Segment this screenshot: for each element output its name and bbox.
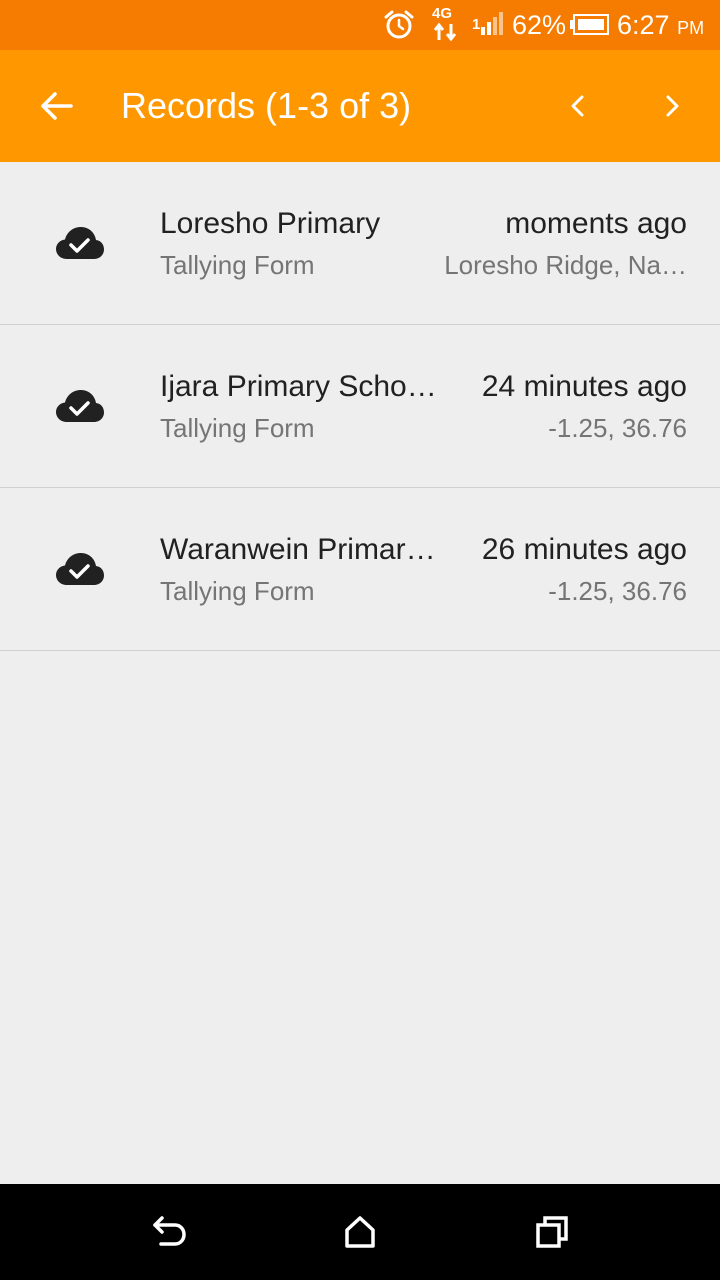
clock-time: 6:27 — [617, 10, 670, 40]
record-name: Loresho Primary — [160, 207, 381, 240]
page-title: Records (1-3 of 3) — [121, 85, 412, 126]
battery-icon — [570, 14, 609, 35]
chevron-left-icon — [571, 95, 584, 117]
signal-icon: 1 — [472, 12, 504, 38]
record-time: 24 minutes ago — [481, 370, 687, 403]
record-form: Tallying Form — [160, 413, 315, 443]
navigation-bar — [0, 1184, 720, 1280]
cloud-check-icon — [56, 553, 104, 585]
list-item[interactable]: Waranwein Primar… Tallying Form 26 minut… — [0, 488, 720, 651]
list-item[interactable]: Loresho Primary Tallying Form moments ag… — [0, 162, 720, 325]
battery-percent: 62% — [512, 10, 567, 40]
nav-home-icon — [345, 1216, 375, 1248]
previous-page-button[interactable] — [555, 80, 599, 132]
nav-recents-icon — [536, 1216, 568, 1248]
records-list: Loresho Primary Tallying Form moments ag… — [0, 162, 720, 651]
clock-ampm: PM — [677, 18, 705, 38]
record-form: Tallying Form — [160, 576, 315, 606]
network-label: 4G — [432, 5, 453, 22]
record-name: Waranwein Primar… — [160, 533, 436, 566]
record-time: 26 minutes ago — [481, 533, 687, 566]
cloud-check-icon — [56, 227, 104, 259]
chevron-right-icon — [666, 95, 679, 117]
list-item[interactable]: Ijara Primary Scho… Tallying Form 24 min… — [0, 325, 720, 488]
signal-label: 1 — [472, 16, 481, 33]
record-form: Tallying Form — [160, 250, 315, 280]
alarm-icon — [384, 10, 414, 39]
status-bar: 4G 1 62% 6:27 PM — [0, 0, 720, 50]
record-location: -1.25, 36.76 — [548, 413, 687, 443]
back-button[interactable] — [28, 78, 84, 134]
record-time: moments ago — [505, 207, 687, 240]
record-location: Loresho Ridge, Na… — [444, 250, 687, 280]
nav-home-button[interactable] — [330, 1208, 390, 1256]
record-location: -1.25, 36.76 — [548, 576, 687, 606]
nav-back-button[interactable] — [138, 1208, 198, 1256]
cloud-check-icon — [56, 390, 104, 422]
app-bar: Records (1-3 of 3) — [0, 50, 720, 162]
next-page-button[interactable] — [651, 80, 695, 132]
record-name: Ijara Primary Scho… — [160, 370, 437, 403]
network-4g-icon: 4G — [432, 6, 460, 44]
back-arrow-icon — [41, 92, 73, 120]
clock: 6:27 PM — [617, 9, 704, 44]
nav-recents-button[interactable] — [522, 1208, 582, 1256]
nav-back-icon — [153, 1216, 186, 1246]
